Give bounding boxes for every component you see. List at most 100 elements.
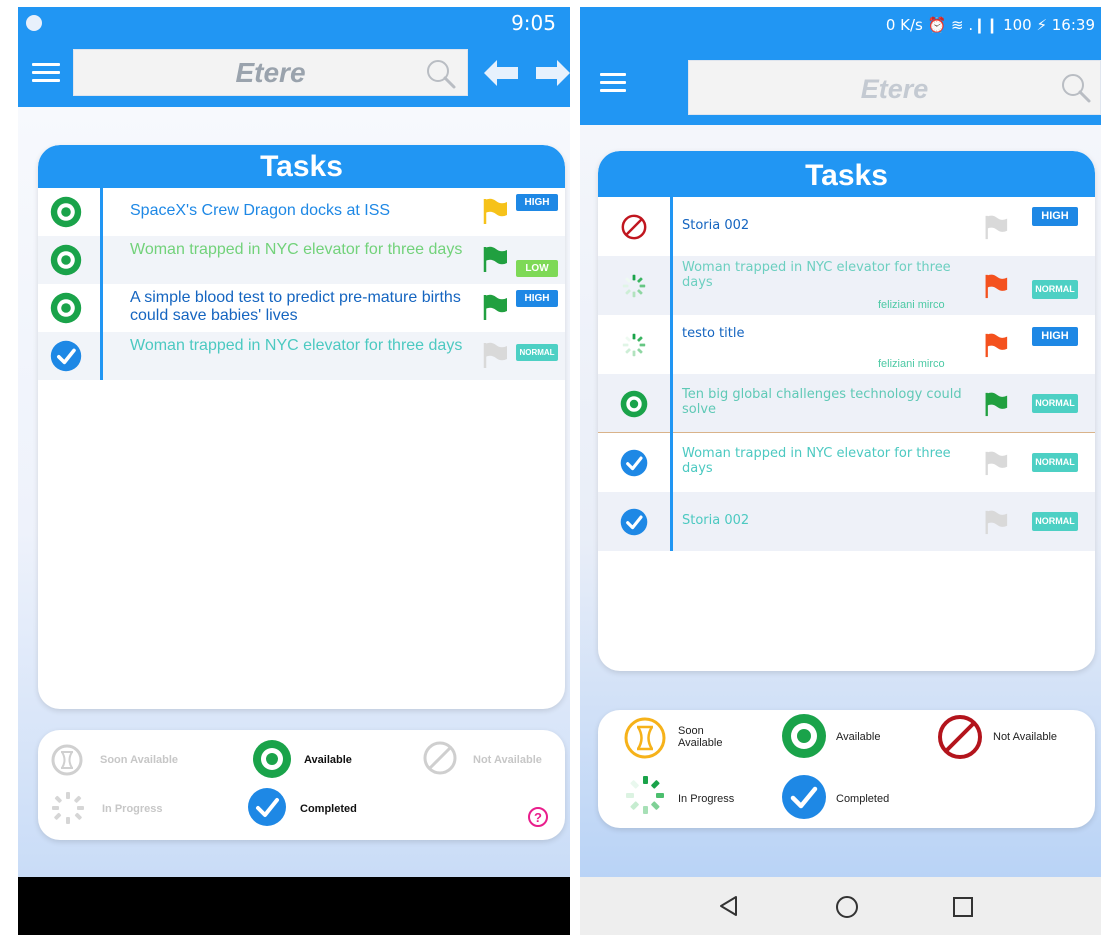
flag-icon[interactable] — [983, 332, 1009, 358]
legend-panel: Soon Available Available Not Available I… — [38, 730, 565, 840]
tasks-title: Tasks — [38, 145, 565, 188]
status-time: 9:05 — [511, 11, 556, 35]
in-progress-icon — [52, 792, 84, 824]
priority-badge: NORMAL — [1032, 453, 1078, 472]
tasks-card: Tasks SpaceX's Crew Dragon docks at ISS H… — [38, 145, 565, 709]
not-available-icon — [621, 214, 647, 239]
completed-icon — [620, 449, 648, 476]
app-bar: Etere — [18, 39, 570, 107]
available-icon — [620, 390, 648, 417]
row-divider — [670, 433, 673, 492]
flag-icon[interactable] — [983, 273, 1009, 299]
task-title[interactable]: testo title — [682, 326, 962, 342]
menu-icon[interactable] — [600, 73, 626, 93]
available-icon — [50, 292, 82, 324]
help-icon[interactable]: ? — [528, 807, 548, 827]
legend-soon-label: Soon Available — [678, 725, 723, 750]
flag-icon[interactable] — [983, 214, 1009, 240]
task-title[interactable]: A simple blood test to predict pre-matur… — [130, 289, 470, 326]
legend-not-available-label: Not Available — [473, 754, 542, 766]
task-title[interactable]: Storia 002 — [682, 513, 962, 529]
row-divider — [100, 284, 103, 332]
row-divider — [670, 256, 673, 315]
legend-available-label: Available — [304, 754, 352, 766]
right-phone: 0 K/s ⏰ ≋ .❙❙ 100 ⚡ 16:39 Etere Tasks St… — [580, 7, 1101, 935]
menu-icon[interactable] — [32, 63, 60, 83]
priority-badge: HIGH — [1032, 327, 1078, 346]
task-row[interactable]: testo title feliziani mirco HIGH — [598, 315, 1095, 374]
in-progress-icon — [622, 274, 646, 297]
task-title[interactable]: Woman trapped in NYC elevator for three … — [130, 337, 470, 355]
completed-icon — [248, 788, 286, 826]
tasks-card: Tasks Storia 002 HIGH Woman trapped in NYC… — [598, 151, 1095, 671]
status-bar: 0 K/s ⏰ ≋ .❙❙ 100 ⚡ 16:39 — [580, 7, 1101, 43]
row-divider — [100, 236, 103, 284]
legend-completed-label: Completed — [836, 793, 890, 805]
row-divider — [670, 374, 673, 433]
task-author: feliziani mirco — [878, 299, 945, 311]
flag-icon[interactable] — [481, 293, 509, 321]
row-divider — [100, 332, 103, 380]
search-icon[interactable] — [425, 58, 457, 90]
task-title[interactable]: Woman trapped in NYC elevator for three … — [130, 241, 470, 259]
row-divider — [100, 188, 103, 236]
task-row[interactable]: Woman trapped in NYC elevator for three … — [598, 256, 1095, 315]
task-row[interactable]: Woman trapped in NYC elevator for three … — [598, 433, 1095, 492]
legend-available-label: Available — [836, 731, 881, 743]
search-bar[interactable]: Etere — [73, 49, 468, 96]
nav-back-icon[interactable] — [718, 895, 740, 917]
nav-recents-icon[interactable] — [952, 896, 974, 918]
available-icon — [253, 740, 291, 778]
forward-arrow-icon[interactable] — [536, 60, 570, 86]
in-progress-icon — [626, 776, 664, 814]
search-bar[interactable]: Etere — [688, 60, 1101, 115]
soon-available-icon — [51, 744, 83, 776]
legend-in-progress-label: In Progress — [678, 793, 735, 805]
navigation-bar — [580, 877, 1101, 935]
flag-icon[interactable] — [983, 450, 1009, 476]
task-row[interactable]: Storia 002 HIGH — [598, 197, 1095, 256]
task-row[interactable]: Ten big global challenges technology cou… — [598, 374, 1095, 433]
completed-icon — [782, 775, 826, 819]
nav-home-icon[interactable] — [835, 895, 859, 919]
priority-badge: NORMAL — [1032, 512, 1078, 531]
task-title[interactable]: Ten big global challenges technology cou… — [682, 387, 962, 418]
content-area: Tasks SpaceX's Crew Dragon docks at ISS H… — [18, 107, 570, 877]
task-row[interactable]: Woman trapped in NYC elevator for three … — [38, 236, 565, 284]
soon-available-icon — [624, 717, 666, 759]
available-icon — [50, 196, 82, 228]
tasks-title: Tasks — [598, 151, 1095, 197]
search-icon[interactable] — [1060, 72, 1092, 104]
task-row[interactable]: SpaceX's Crew Dragon docks at ISS HIGH — [38, 188, 565, 236]
task-title[interactable]: Woman trapped in NYC elevator for three … — [682, 260, 962, 291]
flag-icon[interactable] — [481, 197, 509, 225]
priority-badge: HIGH — [516, 290, 558, 307]
notification-dot-icon — [26, 15, 42, 31]
content-area: Tasks Storia 002 HIGH Woman trapped in NYC… — [580, 125, 1101, 877]
flag-icon[interactable] — [983, 391, 1009, 417]
available-icon — [50, 244, 82, 276]
legend-not-available-label: Not Available — [993, 731, 1058, 743]
legend-soon-label: Soon Available — [100, 754, 179, 766]
task-title[interactable]: Woman trapped in NYC elevator for three … — [682, 446, 962, 477]
task-title[interactable]: SpaceX's Crew Dragon docks at ISS — [130, 202, 470, 220]
task-title[interactable]: Storia 002 — [682, 218, 962, 234]
task-row[interactable]: Storia 002 NORMAL — [598, 492, 1095, 551]
row-divider — [670, 315, 673, 374]
completed-icon — [620, 508, 648, 535]
flag-icon[interactable] — [481, 341, 509, 369]
legend-in-progress-label: In Progress — [102, 803, 163, 815]
brand-logo: Etere — [860, 74, 929, 104]
not-available-icon — [423, 741, 457, 775]
brand-logo: Etere — [235, 57, 306, 88]
flag-icon[interactable] — [983, 509, 1009, 535]
task-row[interactable]: Woman trapped in NYC elevator for three … — [38, 332, 565, 380]
priority-badge: HIGH — [1032, 207, 1078, 226]
flag-icon[interactable] — [481, 245, 509, 273]
task-row[interactable]: A simple blood test to predict pre-matur… — [38, 284, 565, 332]
priority-badge: NORMAL — [1032, 394, 1078, 413]
back-arrow-icon[interactable] — [484, 60, 518, 86]
left-phone: 9:05 Etere Tasks SpaceX's Crew Dragon do… — [18, 7, 570, 935]
navigation-bar — [18, 877, 570, 935]
row-divider — [670, 197, 673, 256]
